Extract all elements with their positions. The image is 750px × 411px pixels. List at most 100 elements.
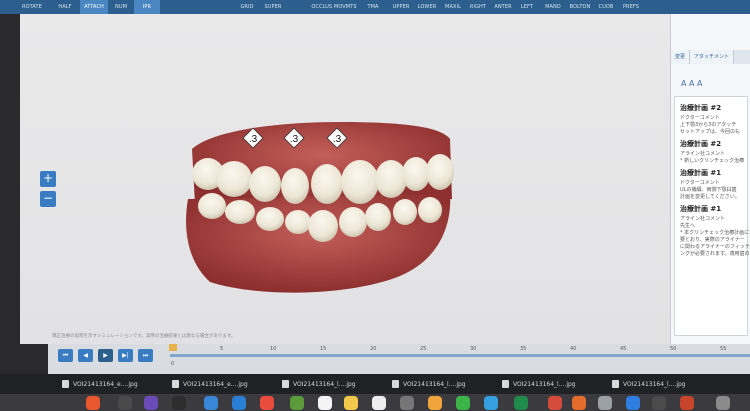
app-icon[interactable] <box>680 396 694 410</box>
toolbar-prefs[interactable]: PREFS <box>618 0 644 14</box>
plan-heading: 治療計画 #1 <box>680 205 722 213</box>
treatment-panel: 変更 アタッチメント A A A 治療計画 #2 ドクターコメント 上下顎3から… <box>670 14 750 344</box>
app-icon[interactable] <box>626 396 640 410</box>
panel-tabs: 変更 アタッチメント <box>671 50 750 64</box>
stage-slider-handle[interactable] <box>169 344 177 351</box>
toolbar-attach[interactable]: ATTACH <box>80 0 108 14</box>
tick-label: 5 <box>220 346 224 352</box>
last-stage-button[interactable]: ⏭ <box>138 349 153 362</box>
tab-changes[interactable]: 変更 <box>671 50 691 64</box>
app-icon[interactable] <box>118 396 132 410</box>
comment-section: 治療計画 #1 ドクターコメント ULの補綴、両側下顎臼歯 計画を変更してくださ… <box>680 168 742 201</box>
download-bar: VOI21413164_e....jpg VOI21413164_e....jp… <box>0 374 750 394</box>
toolbar-mand[interactable]: MAND <box>540 0 566 14</box>
tick-label: 15 <box>320 346 327 352</box>
svg-text:.3: .3 <box>333 134 342 145</box>
download-item[interactable]: VOI21413164_l....jpg <box>392 377 466 391</box>
comment-line: ドクターコメント <box>680 180 720 186</box>
tick-label: 10 <box>270 346 277 352</box>
app-icon[interactable] <box>548 396 562 410</box>
comment-line: 先生へ <box>680 223 696 229</box>
stage-track[interactable] <box>170 354 750 357</box>
tab-attachments[interactable]: アタッチメント <box>690 50 735 64</box>
toolbar-half[interactable]: HALF <box>50 0 80 14</box>
toolbar-occlus[interactable]: OCCLUS MOVMTS <box>306 0 362 14</box>
staging-timeline[interactable]: ⏮ ◀ ▶ ▶| ⏭ 0 5 10 15 20 25 30 35 40 45 5… <box>48 344 750 374</box>
app-icon[interactable] <box>260 396 274 410</box>
toolbar-maxil[interactable]: MAXIL <box>440 0 466 14</box>
zoom-in-button[interactable]: + <box>40 171 56 187</box>
play-button[interactable]: ▶ <box>98 349 113 362</box>
download-item[interactable]: VOI21413164_e....jpg <box>172 377 248 391</box>
app-icon[interactable] <box>456 396 470 410</box>
first-stage-button[interactable]: ⏮ <box>58 349 73 362</box>
toolbar-lower[interactable]: LOWER <box>414 0 440 14</box>
toolbar-rotate[interactable]: ROTATE <box>14 0 50 14</box>
app-icon[interactable] <box>428 396 442 410</box>
comment-line: 上下顎3から3のアタッチ <box>680 122 737 128</box>
svg-text:.3: .3 <box>249 134 258 145</box>
font-size-controls[interactable]: A A A <box>681 79 703 88</box>
file-icon <box>612 380 619 388</box>
tick-label: 0 <box>171 361 175 367</box>
comment-line: ULの補綴、両側下顎臼歯 <box>680 187 737 193</box>
app-icon[interactable] <box>344 396 358 410</box>
file-icon <box>62 380 69 388</box>
app-icon[interactable] <box>484 396 498 410</box>
dental-model[interactable]: .3 .3 .3 <box>20 14 670 344</box>
tick-label: 30 <box>470 346 477 352</box>
comment-line: ングが必要されます。適用歯の <box>680 251 750 257</box>
toolbar-num[interactable]: NUM <box>108 0 134 14</box>
file-icon <box>502 380 509 388</box>
screen: ROTATE HALF ATTACH NUM IPR GRID SUPER OC… <box>0 0 750 411</box>
tick-label: 45 <box>620 346 627 352</box>
file-icon <box>392 380 399 388</box>
comment-line: ドクターコメント <box>680 115 720 121</box>
app-icon[interactable] <box>716 396 730 410</box>
comment-line: * 新しいクリンチェック治療 <box>680 158 745 164</box>
toolbar-grid[interactable]: GRID <box>234 0 260 14</box>
file-icon <box>172 380 179 388</box>
toolbar-upper[interactable]: UPPER <box>388 0 414 14</box>
app-icon[interactable] <box>290 396 304 410</box>
app-icon[interactable] <box>232 396 246 410</box>
app-icon[interactable] <box>172 396 186 410</box>
app-icon[interactable] <box>86 396 100 410</box>
app-icon[interactable] <box>514 396 528 410</box>
app-icon[interactable] <box>652 396 666 410</box>
comment-line: セットアップは、今回のも <box>680 129 741 135</box>
comment-section: 治療計画 #1 アライン社コメント 先生へ * 本クリンチェック治療計画につ 要… <box>680 204 750 258</box>
plan-heading: 治療計画 #2 <box>680 140 722 148</box>
plan-heading: 治療計画 #2 <box>680 104 722 112</box>
tick-label: 55 <box>720 346 727 352</box>
toolbar: ROTATE HALF ATTACH NUM IPR GRID SUPER OC… <box>0 0 750 14</box>
comment-line: 要とおり、実際のアライナー <box>680 237 745 243</box>
next-stage-button[interactable]: ▶| <box>118 349 133 362</box>
comment-line: アライン社コメント <box>680 151 726 157</box>
prev-stage-button[interactable]: ◀ <box>78 349 93 362</box>
toolbar-cuob[interactable]: CUOB <box>594 0 618 14</box>
toolbar-anter[interactable]: ANTER <box>490 0 516 14</box>
download-item[interactable]: VOI21413164_l....jpg <box>612 377 686 391</box>
tick-label: 35 <box>520 346 527 352</box>
toolbar-bolton[interactable]: BOLTON <box>566 0 594 14</box>
download-item[interactable]: VOI21413164_l....jpg <box>502 377 576 391</box>
zoom-out-button[interactable]: − <box>40 191 56 207</box>
svg-text:.3: .3 <box>290 134 299 145</box>
toolbar-right[interactable]: RIGHT <box>466 0 490 14</box>
app-icon[interactable] <box>372 396 386 410</box>
app-icon[interactable] <box>598 396 612 410</box>
app-icon[interactable] <box>204 396 218 410</box>
toolbar-left[interactable]: LEFT <box>516 0 538 14</box>
tick-label: 50 <box>670 346 677 352</box>
app-icon[interactable] <box>144 396 158 410</box>
3d-viewer[interactable]: .3 .3 .3 + − <box>20 14 670 344</box>
app-icon[interactable] <box>572 396 586 410</box>
download-item[interactable]: VOI21413164_l....jpg <box>282 377 356 391</box>
toolbar-super[interactable]: SUPER <box>260 0 286 14</box>
toolbar-tma[interactable]: TMA <box>362 0 384 14</box>
download-item[interactable]: VOI21413164_e....jpg <box>62 377 138 391</box>
app-icon[interactable] <box>318 396 332 410</box>
app-icon[interactable] <box>400 396 414 410</box>
toolbar-ipr[interactable]: IPR <box>134 0 160 14</box>
